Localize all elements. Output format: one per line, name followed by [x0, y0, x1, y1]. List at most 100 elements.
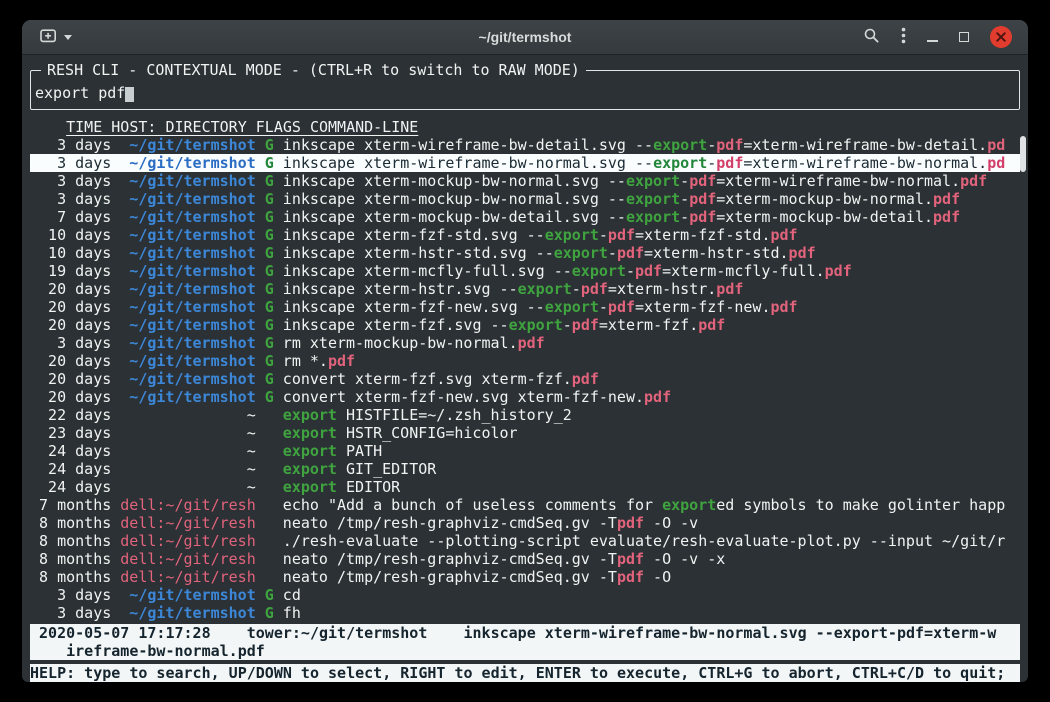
history-row[interactable]: 3 days~/git/termshotGinkscape xterm-wire… [30, 136, 1020, 154]
history-row[interactable]: 3 days~/git/termshotGfh [30, 604, 1020, 622]
history-row[interactable]: 22 days~export HISTFILE=~/.zsh_history_2 [30, 406, 1020, 424]
text-segment: pdf [689, 172, 716, 190]
history-row[interactable]: 8 monthsdell:~/git/reshneato /tmp/resh-g… [30, 568, 1020, 586]
text-segment: export [545, 226, 599, 244]
time-cell: 20 days [30, 280, 111, 298]
search-input[interactable]: export pdf [35, 84, 1015, 102]
text-segment: =xterm-wireframe-bw-detail. [743, 136, 987, 154]
history-row-selected[interactable]: 3 days~/git/termshotGinkscape xterm-wire… [30, 154, 1020, 172]
text-segment: pdf [933, 190, 960, 208]
history-row[interactable]: 8 monthsdell:~/git/reshneato /tmp/resh-g… [30, 514, 1020, 532]
flag-cell: G [265, 298, 274, 316]
history-row[interactable]: 24 days ~ export EDITOR [30, 478, 1020, 496]
history-row[interactable]: 19 days~/git/termshotGinkscape xterm-mcf… [30, 262, 1020, 280]
text-segment: - [608, 244, 617, 262]
history-row[interactable]: 3 days~/git/termshotGinkscape xterm-mock… [30, 190, 1020, 208]
history-row[interactable]: 10 days~/git/termshotGinkscape xterm-hst… [30, 244, 1020, 262]
text-segment: pdf [689, 208, 716, 226]
text-segment: =xterm-wireframe-bw-normal. [743, 154, 987, 172]
text-segment: ~/git/termshot [129, 586, 255, 604]
command-cell: export HISTFILE=~/.zsh_history_2 [283, 406, 1020, 424]
flag-cell: G [265, 352, 274, 370]
time-cell: 24 days [30, 478, 111, 496]
flag-cell: G [265, 208, 274, 226]
search-button[interactable] [863, 27, 880, 47]
time-cell: 10 days [30, 244, 111, 262]
text-segment: =xterm-hstr. [608, 280, 716, 298]
text-segment: =xterm-fzf-new. [635, 298, 770, 316]
text-segment: export [283, 424, 337, 442]
location-cell: ~/git/termshot [120, 586, 255, 604]
text-segment: pdf [825, 262, 852, 280]
history-row[interactable]: 3 days~/git/termshotGinkscape xterm-mock… [30, 172, 1020, 190]
text-segment: neato /tmp/resh-graphviz-cmdSeq.gv -T [283, 568, 617, 586]
restore-icon [959, 32, 969, 42]
text-segment: ~/git/termshot [129, 370, 255, 388]
history-row[interactable]: 8 monthsdell:~/git/reshneato /tmp/resh-g… [30, 550, 1020, 568]
titlebar: ~/git/termshot [22, 20, 1028, 55]
history-row[interactable]: 3 days~/git/termshotGrm xterm-mockup-bw-… [30, 334, 1020, 352]
history-row[interactable]: 20 days~/git/termshotGrm *.pdf [30, 352, 1020, 370]
text-segment: inkscape xterm-mockup-bw-normal.svg -- [283, 190, 626, 208]
location-cell: ~/git/termshot [120, 172, 255, 190]
time-cell: 3 days [30, 190, 111, 208]
history-row[interactable]: 24 days~export PATH [30, 442, 1020, 460]
command-cell: inkscape xterm-wireframe-bw-normal.svg -… [283, 154, 1020, 172]
status-bar: 2020-05-07 17:17:28 tower:~/git/termshot… [30, 624, 1020, 660]
text-segment: ~/git/termshot [129, 226, 255, 244]
text-segment: export [283, 478, 337, 496]
history-header: TIME HOST: DIRECTORY FLAGS COMMAND-LINE [30, 118, 1020, 136]
text-segment: pdf [770, 226, 797, 244]
history-row[interactable]: 20 days~/git/termshotGinkscape xterm-fzf… [30, 298, 1020, 316]
minimize-button[interactable] [927, 33, 938, 42]
location-cell: ~ [120, 406, 255, 424]
history-row[interactable]: 20 days~/git/termshotGinkscape xterm-fzf… [30, 316, 1020, 334]
text-segment: ~/git/termshot [129, 316, 255, 334]
history-row[interactable]: 20 days~/git/termshotGconvert xterm-fzf-… [30, 388, 1020, 406]
restore-button[interactable] [959, 32, 969, 42]
text-segment: ~/git/termshot [129, 244, 255, 262]
menu-button[interactable] [901, 27, 906, 47]
command-cell: inkscape xterm-wireframe-bw-detail.svg -… [283, 136, 1020, 154]
minimize-icon [927, 40, 938, 42]
new-tab-dropdown-button[interactable] [64, 35, 72, 40]
location-cell: ~/git/termshot [120, 208, 255, 226]
text-segment: pdf [635, 262, 662, 280]
text-segment: inkscape xterm-hstr.svg -- [283, 280, 518, 298]
command-cell: export EDITOR [283, 478, 1020, 496]
history-row[interactable]: 7 monthsdell:~/git/reshecho "Add a bunch… [30, 496, 1020, 514]
history-row[interactable]: 3 days~/git/termshotGcd [30, 586, 1020, 604]
text-segment: pdf [960, 172, 987, 190]
history-row[interactable]: 10 days~/git/termshotGinkscape xterm-fzf… [30, 226, 1020, 244]
text-segment: ~ [247, 478, 256, 496]
scrollbar-thumb[interactable] [1020, 136, 1026, 172]
text-segment: ~/git/termshot [129, 334, 255, 352]
text-cursor [125, 87, 134, 102]
close-button[interactable] [990, 26, 1012, 48]
history-row[interactable]: 8 monthsdell:~/git/resh./resh-evaluate -… [30, 532, 1020, 550]
history-row[interactable]: 24 days~export GIT_EDITOR [30, 460, 1020, 478]
text-segment: ~/git/termshot [129, 604, 255, 622]
history-row[interactable]: 23 days~export HSTR_CONFIG=hicolor [30, 424, 1020, 442]
new-tab-button[interactable] [40, 28, 57, 46]
history-row[interactable]: 20 days~/git/termshotGconvert xterm-fzf.… [30, 370, 1020, 388]
location-cell: ~/git/termshot [120, 280, 255, 298]
text-segment: inkscape xterm-fzf-std.svg -- [283, 226, 545, 244]
text-segment: pdf [572, 316, 599, 334]
time-cell: 23 days [30, 424, 111, 442]
location-cell: dell:~/git/resh [120, 568, 255, 586]
text-segment: inkscape xterm-fzf-new.svg -- [283, 298, 545, 316]
history-row[interactable]: 7 days~/git/termshotGinkscape xterm-mock… [30, 208, 1020, 226]
flag-cell: G [265, 334, 274, 352]
time-cell: 20 days [30, 298, 111, 316]
text-segment: pd [987, 136, 1005, 154]
flag-cell: G [265, 226, 274, 244]
location-cell: ~/git/termshot [120, 154, 255, 172]
text-segment: ~/git/termshot [129, 172, 255, 190]
history-row[interactable]: 20 days~/git/termshotGinkscape xterm-hst… [30, 280, 1020, 298]
text-segment: dell:~/git/resh [120, 496, 255, 514]
search-query: export pdf [35, 84, 125, 102]
new-tab-icon [40, 28, 57, 46]
text-segment: HSTR_CONFIG=hicolor [337, 424, 518, 442]
command-cell: echo "Add a bunch of useless comments fo… [283, 496, 1020, 514]
